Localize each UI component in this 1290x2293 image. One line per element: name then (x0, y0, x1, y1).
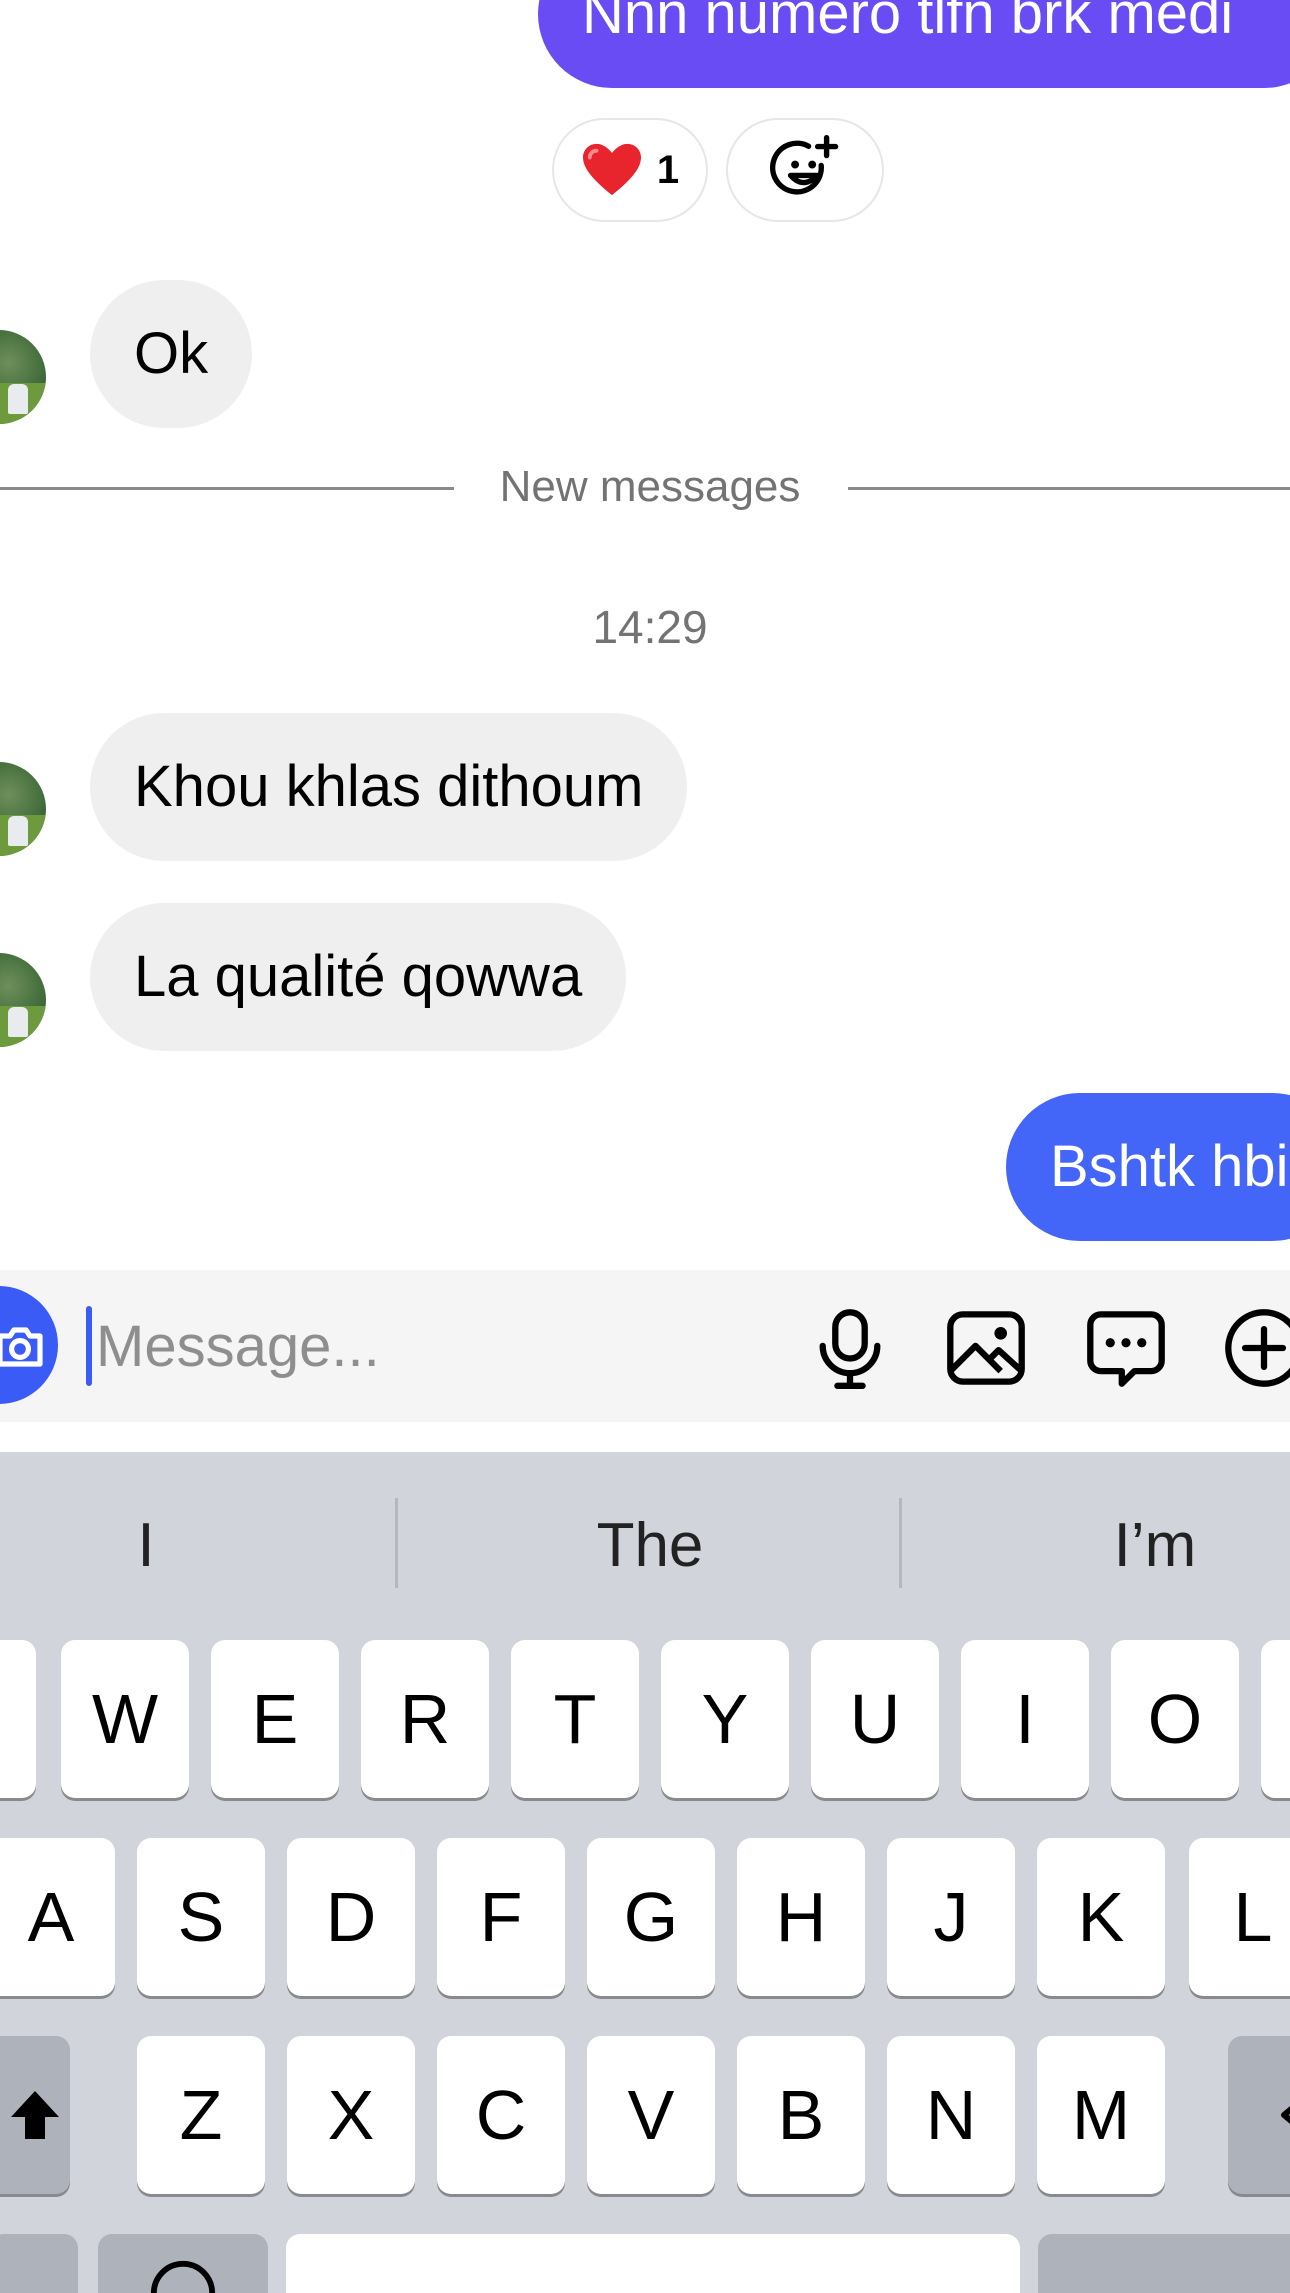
sticker-icon[interactable] (1084, 1306, 1168, 1390)
camera-icon (0, 1327, 43, 1367)
suggestion-separator (899, 1498, 902, 1588)
key-x[interactable]: X (287, 2036, 415, 2194)
key-b[interactable]: B (737, 2036, 865, 2194)
microphone-icon[interactable] (808, 1306, 892, 1390)
key-s[interactable]: S (137, 1838, 265, 1996)
key-m[interactable]: M (1037, 2036, 1165, 2194)
message-text: Khou khlas dithoum (134, 754, 644, 819)
key-a[interactable]: A (0, 1838, 115, 1996)
key-e[interactable]: E (211, 1640, 339, 1798)
suggestion-2[interactable]: The (500, 1510, 800, 1581)
message-timestamp: 14:29 (592, 601, 708, 653)
reaction-count: 1 (656, 147, 680, 192)
key-g[interactable]: G (587, 1838, 715, 1996)
new-messages-divider: New messages (499, 462, 801, 511)
shift-icon (11, 2091, 59, 2139)
delete-key[interactable] (1228, 2036, 1290, 2194)
incoming-message-bubble[interactable]: Khou khlas dithoum (90, 713, 688, 861)
heart-emoji (582, 143, 641, 196)
key-q[interactable]: Q (0, 1640, 36, 1798)
key-n[interactable]: N (887, 2036, 1015, 2194)
incoming-message-bubble[interactable]: La qualité qowwa (90, 903, 627, 1051)
plus-icon[interactable] (1222, 1306, 1290, 1390)
message-text: Nnn numéro tlfn brk medi (582, 0, 1234, 46)
emoji-icon (150, 2260, 216, 2293)
keyboard: I The I’m Q W E R T Y U I O P A S D F G … (0, 1452, 1290, 2293)
outgoing-message-bubble[interactable]: Bshtk hbi (1006, 1093, 1290, 1241)
key-k[interactable]: K (1037, 1838, 1165, 1996)
suggestion-separator (395, 1498, 398, 1588)
contact-avatar[interactable] (0, 953, 46, 1047)
add-reaction-icon (770, 134, 839, 195)
contact-avatar[interactable] (0, 330, 46, 424)
outgoing-message-bubble[interactable]: Nnn numéro tlfn brk medi (538, 0, 1290, 88)
space-key[interactable] (286, 2234, 1020, 2293)
text-cursor (86, 1306, 92, 1386)
add-reaction-button[interactable] (726, 118, 884, 222)
suggestion-1[interactable]: I (0, 1510, 296, 1581)
divider-line-right (848, 487, 1290, 490)
key-d[interactable]: D (287, 1838, 415, 1996)
key-p[interactable]: P (1261, 1640, 1290, 1798)
contact-avatar[interactable] (0, 762, 46, 856)
heart-reaction-chip[interactable]: 1 (552, 118, 708, 222)
key-l[interactable]: L (1189, 1838, 1290, 1996)
return-key[interactable] (1038, 2234, 1290, 2293)
numbers-key[interactable] (0, 2234, 78, 2293)
message-text: La qualité qowwa (134, 944, 583, 1009)
delete-icon (1281, 2106, 1290, 2124)
message-input[interactable] (96, 1290, 776, 1402)
key-w[interactable]: W (61, 1640, 189, 1798)
message-text: Bshtk hbi (1050, 1134, 1289, 1199)
key-j[interactable]: J (887, 1838, 1015, 1996)
shift-key[interactable] (0, 2036, 70, 2194)
key-o[interactable]: O (1111, 1640, 1239, 1798)
key-v[interactable]: V (587, 2036, 715, 2194)
key-z[interactable]: Z (137, 2036, 265, 2194)
message-composer (0, 1270, 1290, 1422)
camera-button[interactable] (0, 1286, 58, 1404)
gallery-icon[interactable] (944, 1306, 1028, 1390)
key-t[interactable]: T (511, 1640, 639, 1798)
key-u[interactable]: U (811, 1640, 939, 1798)
emoji-key[interactable] (98, 2234, 268, 2293)
chat-screen: Nnn numéro tlfn brk medi 1 Ok New messag… (0, 0, 1290, 2293)
divider-line-left (0, 487, 454, 490)
key-i[interactable]: I (961, 1640, 1089, 1798)
key-f[interactable]: F (437, 1838, 565, 1996)
suggestion-3[interactable]: I’m (1005, 1510, 1290, 1581)
key-r[interactable]: R (361, 1640, 489, 1798)
key-c[interactable]: C (437, 2036, 565, 2194)
incoming-message-bubble[interactable]: Ok (90, 280, 253, 428)
key-y[interactable]: Y (661, 1640, 789, 1798)
message-text: Ok (134, 321, 209, 386)
key-h[interactable]: H (737, 1838, 865, 1996)
